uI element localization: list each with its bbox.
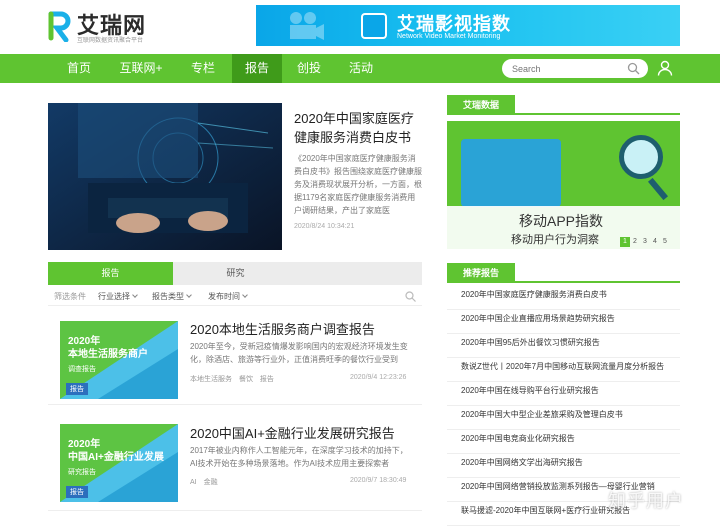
feature-illustration: [48, 103, 282, 250]
filter-time[interactable]: 发布时间: [208, 291, 248, 302]
filter-type-label: 报告类型: [152, 292, 184, 301]
magnifier-handle: [647, 177, 669, 201]
data-section-header: 艾瑞数据: [447, 95, 680, 115]
report-title[interactable]: 2020中国AI+金融行业发展研究报告: [190, 423, 395, 442]
pager-dot[interactable]: 2: [630, 237, 640, 247]
report-tag[interactable]: 金融: [204, 479, 218, 486]
report-tag[interactable]: 餐饮: [239, 376, 253, 383]
report-tabs: 报告 研究: [48, 262, 422, 285]
filter-label: 筛选条件: [54, 292, 86, 301]
filter-industry[interactable]: 行业选择: [98, 291, 138, 302]
report-description: 2020年至今，受新冠疫情爆发影响国内的宏观经济环境发生变化，除酒店、旅游等行业…: [190, 342, 408, 364]
recommend-item[interactable]: 2020年中国大中型企业差旅采购及管理白皮书: [447, 406, 680, 430]
search-icon[interactable]: [405, 291, 416, 302]
thumb-badge: 报告: [66, 486, 88, 498]
chevron-down-icon: [186, 292, 192, 298]
logo-mark-icon: [48, 11, 71, 42]
chevron-down-icon: [132, 292, 138, 298]
app-index-banner[interactable]: 移动APP指数 移动用户行为洞察: [447, 121, 680, 249]
recommend-item[interactable]: 2020年中国网络文学出海研究报告: [447, 454, 680, 478]
ad-banner[interactable]: 艾瑞影视指数 Network Video Market Monitoring: [256, 5, 680, 46]
report-date: 2020/9/4 12:23:26: [350, 374, 407, 381]
filter-bar: 筛选条件 行业选择 报告类型 发布时间: [48, 288, 422, 306]
report-tags: 本地生活服务 餐饮 报告: [190, 374, 279, 384]
recommend-section-header: 推荐报告: [447, 263, 680, 283]
pager-dot[interactable]: 5: [660, 237, 670, 247]
search-icon[interactable]: [627, 62, 640, 75]
thumb-subtitle: 研究报告: [68, 469, 96, 476]
divider: [48, 404, 422, 405]
divider: [48, 510, 422, 511]
data-section-label: 艾瑞数据: [447, 95, 516, 115]
report-date: 2020/9/7 18:30:49: [350, 477, 407, 484]
feature-description: 《2020年中国家庭医疗健康服务消费白皮书》报告围绕家庭医疗健康服务及消费现状展…: [294, 154, 422, 215]
report-thumbnail[interactable]: 2020年 中国AI+金融行业发展 研究报告 报告: [60, 424, 178, 502]
site-logo[interactable]: 艾瑞网 互联网数据资讯聚合平台: [47, 8, 187, 46]
recommend-item[interactable]: 2020年中国95后外出餐饮习惯研究报告: [447, 334, 680, 358]
nav-reports[interactable]: 报告: [232, 54, 282, 83]
thumb-title-line: 2020年: [68, 336, 101, 347]
recommend-item[interactable]: 2020年中国在线导购平台行业研究报告: [447, 382, 680, 406]
banner-subtitle: Network Video Market Monitoring: [397, 33, 501, 40]
main-nav: 首页 互联网+ 专栏 报告 创投 活动: [0, 54, 720, 83]
nav-events[interactable]: 活动: [336, 54, 386, 83]
report-description: 2017年被业内称作人工智能元年，在深度学习技术的加持下，AI技术开始在多种场景…: [190, 446, 408, 468]
thumb-title-line: 中国AI+金融行业发展: [68, 452, 164, 463]
recommend-item[interactable]: 2020年中国电竞商业化研究报告: [447, 430, 680, 454]
site-header: 艾瑞网 互联网数据资讯聚合平台 艾瑞影视指数 Network Video Mar…: [0, 0, 720, 54]
app-index-subtitle: 移动用户行为洞察: [511, 234, 599, 246]
report-title[interactable]: 2020本地生活服务商户调查报告: [190, 319, 375, 338]
filter-type[interactable]: 报告类型: [152, 291, 192, 302]
report-tag[interactable]: AI: [190, 479, 197, 486]
chevron-down-icon: [242, 292, 248, 298]
search-box: [502, 59, 648, 78]
pager-dot[interactable]: 3: [640, 237, 650, 247]
nav-home[interactable]: 首页: [48, 54, 110, 83]
carousel-pager: 12345: [620, 237, 670, 247]
tab-research[interactable]: 研究: [173, 262, 298, 285]
magnifier-icon: [619, 135, 663, 179]
report-tag[interactable]: 本地生活服务: [190, 376, 232, 383]
thumb-title-line: 本地生活服务商户: [68, 349, 148, 360]
tab-reports[interactable]: 报告: [48, 262, 173, 285]
nav-internet-plus[interactable]: 互联网+: [110, 54, 172, 83]
recommend-item[interactable]: 数说Z世代丨2020年7月中国移动互联网流量月度分析报告: [447, 358, 680, 382]
report-tags: AI 金融: [190, 477, 223, 487]
nav-column[interactable]: 专栏: [172, 54, 234, 83]
film-icon: [361, 13, 387, 39]
recommend-item[interactable]: 2020年中国企业直播应用场景趋势研究报告: [447, 310, 680, 334]
camera-icon: [290, 12, 324, 40]
recommend-section-label: 推荐报告: [447, 263, 516, 283]
filter-time-label: 发布时间: [208, 292, 240, 301]
pager-dot[interactable]: 1: [620, 237, 630, 247]
feature-image[interactable]: [48, 103, 282, 250]
recommend-item[interactable]: 2020年中国家庭医疗健康服务消费白皮书: [447, 286, 680, 310]
feature-title[interactable]: 2020年中国家庭医疗健康服务消费白皮书: [294, 109, 424, 147]
report-thumbnail[interactable]: 2020年 本地生活服务商户 调查报告 报告: [60, 321, 178, 399]
watermark: 知乎用户: [608, 491, 684, 511]
thumb-title-line: 2020年: [68, 439, 101, 450]
feature-date: 2020/8/24 10:34:21: [294, 223, 355, 230]
logo-tagline: 互联网数据资讯聚合平台: [77, 38, 144, 44]
screen-shape: [461, 139, 561, 207]
search-input[interactable]: [512, 62, 622, 75]
nav-venture[interactable]: 创投: [284, 54, 334, 83]
thumb-badge: 报告: [66, 383, 88, 395]
report-tag[interactable]: 报告: [260, 376, 274, 383]
pager-dot[interactable]: 4: [650, 237, 660, 247]
user-icon[interactable]: [657, 60, 673, 76]
app-index-title: 移动APP指数: [519, 213, 604, 229]
thumb-subtitle: 调查报告: [68, 366, 96, 373]
filter-industry-label: 行业选择: [98, 292, 130, 301]
